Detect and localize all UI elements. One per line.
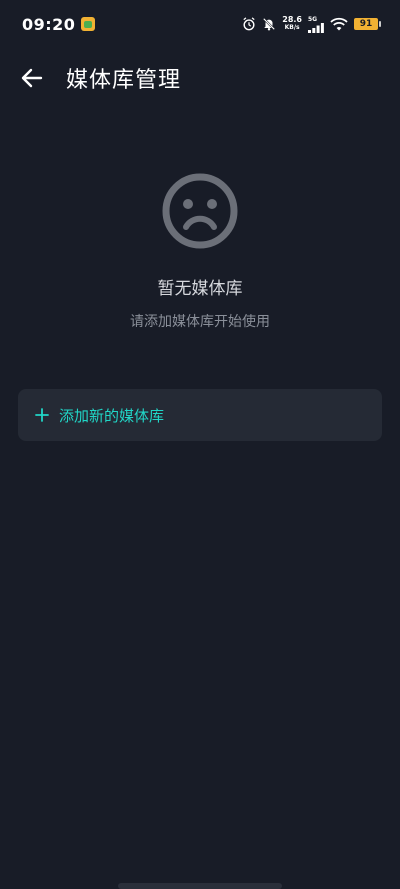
status-time: 09:20	[22, 14, 76, 34]
mute-icon	[263, 18, 276, 31]
net-speed-value: 28.6	[282, 15, 302, 24]
add-library-label: 添加新的媒体库	[59, 406, 165, 425]
header: 媒体库管理	[0, 52, 400, 104]
add-library-button[interactable]: 添加新的媒体库	[18, 389, 382, 441]
empty-subtitle: 请添加媒体库开始使用	[130, 314, 270, 330]
page-title: 媒体库管理	[66, 68, 182, 93]
network-type: 5G	[308, 15, 318, 23]
app-badge-icon	[81, 17, 96, 31]
signal-icon	[308, 22, 324, 33]
battery-icon: 91	[354, 18, 381, 30]
signal-group: 5G	[308, 16, 324, 33]
screen: 09:20 28.6 KB/s 5G 91 媒体库管理 暂无媒体库 请添加媒体库…	[0, 0, 400, 889]
back-button[interactable]	[10, 56, 54, 100]
net-speed: 28.6 KB/s	[282, 16, 302, 32]
status-right: 28.6 KB/s 5G 91	[242, 16, 381, 33]
net-speed-unit: KB/s	[284, 24, 300, 31]
sad-face-icon	[162, 173, 238, 249]
arrow-left-icon	[21, 68, 43, 88]
battery-level: 91	[359, 19, 373, 29]
plus-icon	[35, 408, 49, 422]
empty-state: 暂无媒体库 请添加媒体库开始使用	[0, 172, 400, 331]
status-bar: 09:20 28.6 KB/s 5G 91	[0, 0, 400, 48]
empty-title: 暂无媒体库	[157, 279, 243, 299]
status-left: 09:20	[22, 14, 96, 34]
wifi-icon	[330, 17, 348, 31]
alarm-icon	[243, 17, 255, 31]
home-indicator[interactable]	[118, 883, 282, 889]
